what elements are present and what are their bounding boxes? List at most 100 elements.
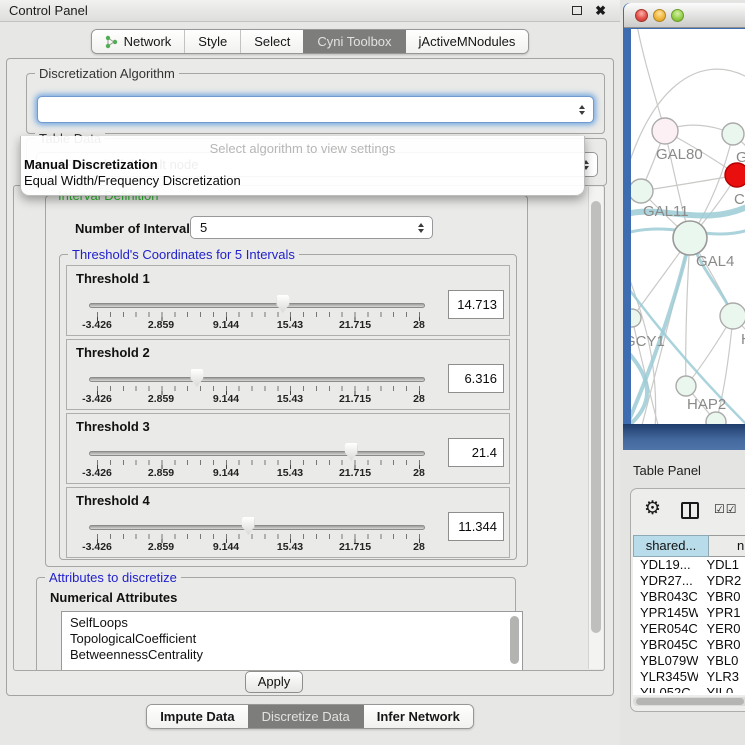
thresholds-group-label: Threshold's Coordinates for 5 Intervals (68, 247, 299, 262)
checkboxes-icon[interactable]: ☑☑ (714, 502, 738, 516)
list-scrollbar[interactable] (510, 614, 520, 671)
scrollbar-thumb[interactable] (636, 698, 744, 705)
tab-infer-network[interactable]: Infer Network (363, 705, 473, 728)
table-row[interactable]: YBR043CYBR0 (633, 589, 745, 605)
tab-select[interactable]: Select (240, 30, 303, 53)
popup-option-equal-width-frequency[interactable]: Equal Width/Frequency Discretization (24, 173, 241, 188)
minimize-traffic-light-icon[interactable] (653, 9, 666, 22)
network-window-titlebar (624, 3, 745, 28)
tab-discretize-data[interactable]: Discretize Data (248, 705, 363, 728)
thresholds-group: Threshold's Coordinates for 5 Intervals … (59, 254, 517, 560)
window-title: Control Panel (9, 3, 88, 18)
node-gal11[interactable] (631, 179, 653, 203)
number-of-intervals-combobox[interactable]: 5 (190, 216, 433, 239)
discretization-algorithm-label: Discretization Algorithm (35, 66, 179, 81)
svg-text:GCY1: GCY1 (631, 333, 665, 350)
table-panel-body: ⚙ ☑☑ shared... n... YDL19...YDL1 YDR27..… (630, 488, 745, 712)
svg-text:GAL11: GAL11 (643, 203, 689, 220)
threshold-2-box: Threshold 2 -3.426 2.859 9.144 15.43 21.… (66, 339, 510, 410)
network-graph: GAL80 GA C GAL11 GAL4 GCY1 H HAP2 (631, 29, 745, 424)
svg-text:C: C (734, 191, 745, 208)
table-panel: Table Panel ⚙ ☑☑ shared... n... YDL19...… (623, 455, 745, 745)
svg-text:GAL80: GAL80 (656, 146, 703, 163)
popup-option-manual-discretization[interactable]: Manual Discretization (24, 157, 158, 172)
network-icon (105, 35, 118, 49)
node-gal4[interactable] (673, 221, 707, 255)
node-right-mid[interactable] (720, 303, 745, 329)
node-red-selected[interactable] (725, 163, 745, 187)
discretization-algorithm-group: Discretization Algorithm (26, 73, 605, 134)
table-row[interactable]: YBR045CYBR0 (633, 637, 745, 653)
node-top-right[interactable] (722, 123, 744, 145)
threshold-3-value-field[interactable]: 21.4 (448, 438, 504, 467)
popup-placeholder: Select algorithm to view settings (21, 141, 584, 156)
interval-definition-group: Interval Definition Number of Intervals … (45, 195, 528, 567)
threshold-1-slider[interactable] (89, 303, 425, 308)
columns-icon[interactable] (681, 502, 699, 519)
threshold-3-slider-thumb[interactable] (345, 443, 358, 461)
scrollbar-thumb[interactable] (591, 201, 601, 633)
column-header-shared-name[interactable]: shared... (633, 535, 709, 557)
threshold-2-value-field[interactable]: 6.316 (448, 364, 504, 393)
combo-arrows-icon (579, 97, 585, 122)
table-row[interactable]: YER054CYER0 (633, 621, 745, 637)
network-canvas[interactable]: GAL80 GA C GAL11 GAL4 GCY1 H HAP2 (631, 29, 745, 424)
close-traffic-light-icon[interactable] (635, 9, 648, 22)
threshold-4-box: Threshold 4 -3.426 2.859 9.144 15.43 21.… (66, 487, 510, 558)
top-tab-bar: Network Style Select Cyni Toolbox jActiv… (0, 29, 620, 54)
network-view-window: GAL80 GA C GAL11 GAL4 GCY1 H HAP2 (623, 3, 745, 450)
node-gal80[interactable] (652, 118, 678, 144)
algorithm-combobox[interactable] (37, 96, 594, 123)
threshold-2-slider[interactable] (89, 377, 425, 382)
svg-text:GAL4: GAL4 (696, 253, 734, 270)
close-icon[interactable]: ✖ (595, 2, 606, 20)
algorithm-popup: Select algorithm to view settings Manual… (20, 136, 585, 196)
table-row[interactable]: YIL052CYIL0 (633, 685, 745, 693)
settings-vertical-scrollbar[interactable] (588, 187, 603, 669)
node-hap2[interactable] (676, 376, 696, 396)
tab-network-label: Network (124, 34, 172, 49)
svg-text:GA: GA (736, 149, 745, 166)
list-item[interactable]: SelfLoops (62, 615, 522, 631)
threshold-1-value-field[interactable]: 14.713 (448, 290, 504, 319)
tab-network[interactable]: Network (92, 30, 185, 53)
node-gcy1[interactable] (631, 309, 641, 327)
node-table: shared... n... YDL19...YDL1 YDR27...YDR2… (633, 535, 745, 695)
threshold-3-slider[interactable] (89, 451, 425, 456)
table-row[interactable]: YBL079WYBL0 (633, 653, 745, 669)
svg-text:H: H (741, 331, 745, 348)
apply-button[interactable]: Apply (245, 671, 303, 693)
bottom-tab-bar: Impute Data Discretize Data Infer Networ… (0, 704, 620, 729)
zoom-traffic-light-icon[interactable] (671, 9, 684, 22)
attributes-group: Attributes to discretize Numerical Attri… (36, 577, 516, 671)
table-row[interactable]: YDR27...YDR2 (633, 573, 745, 589)
control-panel-titlebar: Control Panel ✖ (0, 0, 620, 22)
threshold-4-value-field[interactable]: 11.344 (448, 512, 504, 541)
gear-icon[interactable]: ⚙ (644, 497, 661, 520)
tab-cyni-toolbox[interactable]: Cyni Toolbox (303, 30, 404, 53)
tab-impute-data[interactable]: Impute Data (147, 705, 247, 728)
threshold-4-slider[interactable] (89, 525, 425, 530)
combo-arrows-icon (418, 217, 424, 238)
network-window-bottom-bar (623, 424, 745, 450)
table-rows: YDL19...YDL1 YDR27...YDR2 YBR043CYBR0 YP… (633, 557, 745, 693)
number-of-intervals-value: 5 (200, 220, 207, 235)
table-horizontal-scrollbar[interactable] (633, 697, 745, 706)
numerical-attributes-list[interactable]: SelfLoops TopologicalCoefficient Between… (61, 611, 523, 671)
threshold-4-slider-thumb[interactable] (242, 517, 255, 535)
table-panel-title: Table Panel (633, 463, 701, 478)
threshold-1-slider-thumb[interactable] (276, 295, 289, 313)
list-item[interactable]: TopologicalCoefficient (62, 631, 522, 647)
control-panel-window: Control Panel ✖ Network Style Select Cyn… (0, 0, 620, 745)
table-row[interactable]: YDL19...YDL1 (633, 557, 745, 573)
list-item[interactable]: BetweennessCentrality (62, 647, 522, 663)
tab-jactivemnodules[interactable]: jActiveMNodules (405, 30, 529, 53)
svg-text:HAP2: HAP2 (687, 396, 726, 413)
threshold-2-slider-thumb[interactable] (190, 369, 203, 387)
column-header-name[interactable]: n... (709, 535, 745, 557)
table-row[interactable]: YLR345WYLR3 (633, 669, 745, 685)
threshold-3-box: Threshold 3 -3.426 2.859 9.144 15.43 21.… (66, 413, 510, 484)
table-row[interactable]: YPR145WYPR1 (633, 605, 745, 621)
float-window-icon[interactable] (572, 6, 582, 15)
tab-style[interactable]: Style (184, 30, 240, 53)
